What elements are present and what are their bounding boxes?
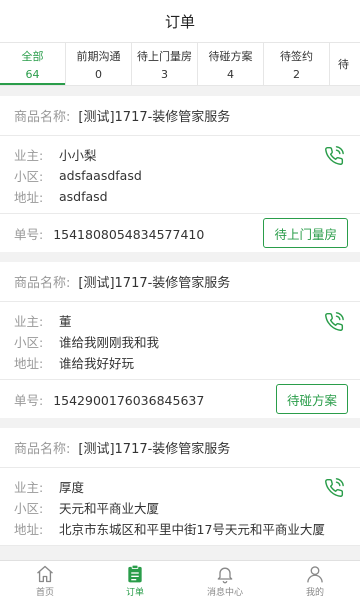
tab-pending-plan[interactable]: 待碰方案 4 bbox=[198, 43, 264, 85]
customer-info: 业主: 小小梨 小区: adsfaasdfasd 地址: asdfasd bbox=[0, 136, 360, 214]
order-no-value: 1542900176036845637 bbox=[53, 392, 205, 408]
address-label: 地址: bbox=[14, 356, 44, 371]
product-label: 商品名称: bbox=[14, 442, 71, 457]
tab-count: 2 bbox=[293, 67, 300, 81]
product-name: [测试]1717-装修管家服务 bbox=[78, 276, 231, 291]
product-name: [测试]1717-装修管家服务 bbox=[78, 110, 231, 125]
bottom-nav: 首页 订单 消息中心 我的 bbox=[0, 560, 360, 600]
tab-label: 全部 bbox=[21, 49, 44, 63]
page-title: 订单 bbox=[164, 12, 195, 31]
address-row: 地址: 北京市东城区和平里中街17号天元和平商业大厦 bbox=[14, 518, 346, 539]
nav-label: 首页 bbox=[35, 587, 54, 598]
clipboard-icon bbox=[128, 564, 142, 582]
community-name: 天元和平商业大厦 bbox=[59, 501, 160, 516]
order-number: 单号: 1542900176036845637 bbox=[14, 390, 204, 409]
tab-all[interactable]: 全部 64 bbox=[0, 43, 66, 85]
tab-label: 待 bbox=[338, 58, 349, 71]
owner-label: 业主: bbox=[14, 480, 44, 495]
owner-label: 业主: bbox=[14, 314, 44, 329]
address-value: 谁给我好好玩 bbox=[59, 356, 135, 371]
address-value: asdfasd bbox=[59, 189, 108, 204]
owner-row: 业主: 小小梨 bbox=[14, 144, 346, 165]
address-label: 地址: bbox=[14, 190, 44, 205]
product-label: 商品名称: bbox=[14, 110, 71, 125]
home-icon bbox=[37, 565, 53, 582]
nav-orders[interactable]: 订单 bbox=[90, 561, 180, 600]
tab-pending-sign[interactable]: 待签约 2 bbox=[264, 43, 330, 85]
owner-row: 业主: 董 bbox=[14, 310, 346, 331]
order-footer: 单号: 1542900176036845637 待碰方案 bbox=[0, 380, 360, 418]
community-label: 小区: bbox=[14, 501, 44, 516]
product-name: [测试]1717-装修管家服务 bbox=[78, 442, 231, 457]
community-name: 谁给我刚刚我和我 bbox=[59, 335, 160, 350]
status-button[interactable]: 待碰方案 bbox=[275, 384, 348, 414]
order-no-label: 单号: bbox=[14, 392, 44, 408]
order-number: 单号: 1541808054834577410 bbox=[14, 224, 204, 243]
address-row: 地址: 谁给我好好玩 bbox=[14, 352, 346, 373]
order-card[interactable]: 商品名称: [测试]1717-装修管家服务 业主: 厚度 小区: 天元和平商业大… bbox=[0, 428, 360, 546]
customer-info: 业主: 董 小区: 谁给我刚刚我和我 地址: 谁给我好好玩 bbox=[0, 302, 360, 380]
tab-label: 待上门量房 bbox=[137, 49, 192, 63]
address-label: 地址: bbox=[14, 522, 44, 537]
customer-info: 业主: 厚度 小区: 天元和平商业大厦 地址: 北京市东城区和平里中街17号天元… bbox=[0, 468, 360, 546]
owner-label: 业主: bbox=[14, 148, 44, 163]
order-no-label: 单号: bbox=[14, 226, 44, 242]
tab-early-communication[interactable]: 前期沟通 0 bbox=[66, 43, 132, 85]
status-tabs: 全部 64 前期沟通 0 待上门量房 3 待碰方案 4 待签约 2 待 bbox=[0, 42, 360, 86]
product-row: 商品名称: [测试]1717-装修管家服务 bbox=[0, 96, 360, 136]
order-card[interactable]: 商品名称: [测试]1717-装修管家服务 业主: 小小梨 小区: adsfaa… bbox=[0, 96, 360, 252]
phone-icon[interactable] bbox=[324, 478, 344, 498]
nav-messages[interactable]: 消息中心 bbox=[180, 561, 270, 600]
product-row: 商品名称: [测试]1717-装修管家服务 bbox=[0, 262, 360, 302]
community-label: 小区: bbox=[14, 169, 44, 184]
nav-label: 订单 bbox=[125, 587, 144, 598]
tab-partial[interactable]: 待 bbox=[330, 43, 360, 85]
phone-icon[interactable] bbox=[324, 312, 344, 332]
order-no-value: 1541808054834577410 bbox=[53, 226, 205, 242]
tab-pending-measure[interactable]: 待上门量房 3 bbox=[132, 43, 198, 85]
order-list: 商品名称: [测试]1717-装修管家服务 业主: 小小梨 小区: adsfaa… bbox=[0, 96, 360, 560]
product-label: 商品名称: bbox=[14, 276, 71, 291]
nav-label: 消息中心 bbox=[206, 587, 243, 598]
nav-label: 我的 bbox=[305, 587, 324, 598]
community-row: 小区: 谁给我刚刚我和我 bbox=[14, 331, 346, 352]
tab-label: 待碰方案 bbox=[208, 49, 253, 63]
owner-row: 业主: 厚度 bbox=[14, 476, 346, 497]
nav-home[interactable]: 首页 bbox=[0, 561, 90, 600]
tab-count: 4 bbox=[227, 67, 234, 81]
status-button[interactable]: 待上门量房 bbox=[263, 218, 348, 248]
tab-count: 3 bbox=[161, 67, 168, 81]
user-icon bbox=[307, 565, 323, 582]
community-row: 小区: 天元和平商业大厦 bbox=[14, 497, 346, 518]
address-row: 地址: asdfasd bbox=[14, 186, 346, 207]
owner-name: 董 bbox=[59, 314, 72, 329]
tab-label: 待签约 bbox=[280, 49, 313, 63]
phone-icon[interactable] bbox=[324, 146, 344, 166]
tab-count: 64 bbox=[25, 67, 40, 81]
owner-name: 厚度 bbox=[59, 480, 85, 495]
community-label: 小区: bbox=[14, 335, 44, 350]
community-name: adsfaasdfasd bbox=[59, 168, 142, 183]
nav-profile[interactable]: 我的 bbox=[270, 561, 360, 600]
app-header: 订单 bbox=[0, 0, 360, 42]
owner-name: 小小梨 bbox=[59, 148, 97, 163]
community-row: 小区: adsfaasdfasd bbox=[14, 165, 346, 186]
order-footer: 单号: 1541808054834577410 待上门量房 bbox=[0, 214, 360, 252]
address-value: 北京市东城区和平里中街17号天元和平商业大厦 bbox=[59, 522, 325, 537]
bell-icon bbox=[217, 567, 233, 583]
order-card[interactable]: 商品名称: [测试]1717-装修管家服务 业主: 董 小区: 谁给我刚刚我和我… bbox=[0, 262, 360, 418]
product-row: 商品名称: [测试]1717-装修管家服务 bbox=[0, 428, 360, 468]
tab-label: 前期沟通 bbox=[76, 49, 121, 63]
tab-count: 0 bbox=[95, 67, 102, 81]
